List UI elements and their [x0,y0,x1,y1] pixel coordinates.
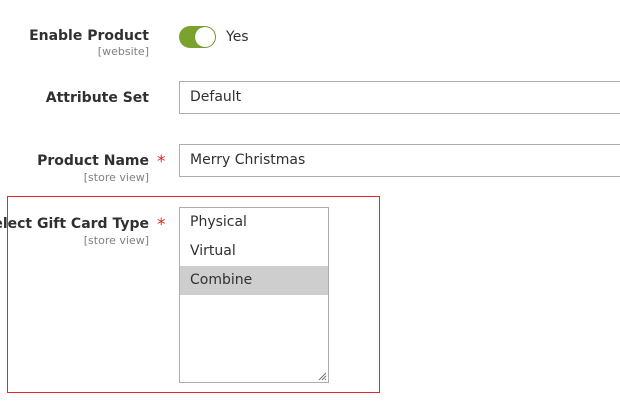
toggle-knob [195,27,215,47]
attribute-set-select[interactable]: Default [179,81,620,114]
resize-grip-icon[interactable] [318,372,327,381]
option-label: Virtual [190,243,236,259]
product-name-label: Product Name [37,153,149,169]
gift-card-type-multiselect[interactable]: Physical Virtual Combine [179,207,329,383]
product-name-required-marker: * [157,152,166,172]
product-name-scope: [store view] [83,171,149,184]
gift-card-type-option[interactable]: Virtual [180,237,328,266]
gift-card-type-option-selected[interactable]: Combine [180,266,328,295]
gift-card-type-option[interactable]: Physical [180,208,328,237]
gift-card-type-scope: [store view] [83,234,149,247]
product-form: Enable Product [website] Yes Attribute S… [0,0,620,407]
enable-product-scope: [website] [97,45,149,58]
attribute-set-label: Attribute Set [45,90,149,106]
enable-product-toggle-text: Yes [226,29,249,45]
gift-card-type-required-marker: * [157,215,166,235]
enable-product-label: Enable Product [29,28,149,44]
enable-product-toggle[interactable] [179,26,216,48]
option-label: Combine [190,272,253,288]
product-name-input[interactable]: Merry Christmas [179,144,620,177]
option-label: Physical [190,214,247,230]
gift-card-type-label: Select Gift Card Type [0,216,149,232]
